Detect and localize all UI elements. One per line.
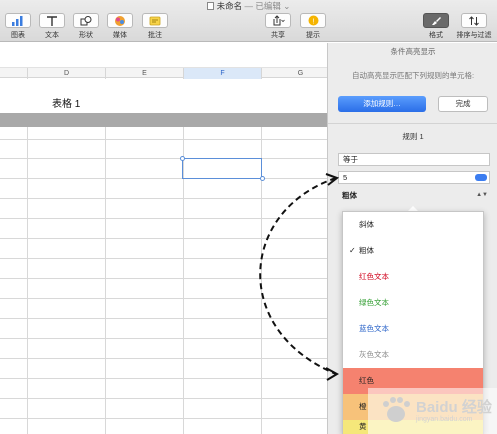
chart-button[interactable]: 图表	[3, 13, 33, 40]
toolbar: 未命名 — 已编辑 ⌄ 图表 文本 形状 媒体 批注 共享 ! 提示 格式 排序…	[0, 0, 497, 42]
grid-line	[0, 278, 327, 279]
spreadsheet-canvas[interactable]: D E F G 表格 1	[0, 43, 327, 434]
watermark-text: Baidu 经验	[416, 399, 492, 416]
grid-line	[0, 338, 327, 339]
grid-line	[0, 158, 327, 159]
tips-icon: !	[300, 13, 326, 28]
column-header-bar: D E F G	[0, 67, 327, 79]
dropdown-arrow-icon: ▲▼	[476, 192, 488, 198]
grid-line	[0, 418, 327, 419]
value-text: 5	[343, 173, 348, 182]
style-select-value: 粗体	[342, 191, 357, 200]
menu-item-blue-text[interactable]: 蓝色文本	[343, 316, 483, 342]
condition-field[interactable]: 等于	[338, 153, 490, 166]
share-label: 共享	[271, 32, 285, 39]
grid-line	[0, 318, 327, 319]
table-title[interactable]: 表格 1	[52, 95, 80, 110]
value-field[interactable]: 5	[338, 171, 490, 184]
document-icon	[206, 2, 214, 10]
shape-icon	[73, 13, 99, 28]
selection-handle[interactable]	[260, 176, 265, 181]
grid-line	[0, 178, 327, 179]
sort-filter-label: 排序与过滤	[456, 32, 492, 39]
table-header-row[interactable]	[0, 113, 327, 127]
grid-line	[0, 358, 327, 359]
menu-item-bold[interactable]: ✓ 粗体	[343, 238, 483, 264]
document-name: 未命名	[216, 1, 243, 11]
grid-line	[0, 198, 327, 199]
column-header-f[interactable]: F	[183, 68, 261, 79]
style-select[interactable]: 粗体 ▲▼	[338, 189, 490, 202]
grid-line	[0, 218, 327, 219]
grid-line	[0, 238, 327, 239]
column-header-g[interactable]: G	[261, 68, 327, 79]
chart-icon	[5, 13, 31, 28]
comment-button[interactable]: 批注	[140, 13, 170, 40]
menu-item-red-text[interactable]: 红色文本	[343, 264, 483, 290]
text-label: 文本	[45, 32, 59, 39]
grid-line	[0, 398, 327, 399]
format-button[interactable]: 格式	[421, 13, 451, 40]
checkmark-icon: ✓	[349, 246, 356, 255]
grid-line	[27, 127, 28, 434]
menu-item-gray-text[interactable]: 灰色文本	[343, 342, 483, 368]
media-button[interactable]: 媒体	[105, 13, 135, 40]
comment-label: 批注	[148, 32, 162, 39]
menu-item-italic[interactable]: 斜体	[343, 212, 483, 238]
cell-reference-icon[interactable]	[475, 174, 487, 181]
title-bar: 未命名 — 已编辑 ⌄	[0, 0, 497, 12]
media-icon	[107, 13, 133, 28]
grid-line	[0, 378, 327, 379]
svg-text:!: !	[312, 18, 314, 25]
grid-line	[0, 139, 327, 140]
done-button[interactable]: 完成	[438, 96, 488, 112]
comment-icon	[142, 13, 168, 28]
tips-label: 提示	[306, 32, 320, 39]
grid-line	[105, 127, 106, 434]
share-button[interactable]: 共享	[263, 13, 293, 40]
divider	[328, 123, 497, 124]
grid-line	[0, 298, 327, 299]
watermark-url: jingyan.baidu.com	[416, 416, 473, 423]
column-header-d[interactable]: D	[27, 68, 105, 79]
panel-title: 条件高亮显示	[390, 47, 436, 56]
text-button[interactable]: 文本	[37, 13, 67, 40]
rule-title: 规则 1	[402, 132, 424, 141]
sort-filter-button[interactable]: 排序与过滤	[456, 13, 492, 40]
media-label: 媒体	[113, 32, 127, 39]
edit-status[interactable]: — 已编辑 ⌄	[245, 1, 291, 11]
chart-label: 图表	[11, 32, 25, 39]
selected-cell[interactable]	[182, 158, 262, 179]
text-icon	[39, 13, 65, 28]
column-header-e[interactable]: E	[105, 68, 183, 79]
add-rule-button[interactable]: 添加规则…	[338, 96, 426, 112]
sort-icon	[461, 13, 487, 28]
shape-button[interactable]: 形状	[71, 13, 101, 40]
menu-item-green-text[interactable]: 绿色文本	[343, 290, 483, 316]
share-icon	[265, 13, 291, 28]
grid-line	[0, 258, 327, 259]
panel-description: 自动高亮显示匹配下列规则的单元格:	[351, 71, 475, 80]
watermark: Baidu 经验 jingyan.baidu.com	[368, 388, 497, 434]
selection-handle[interactable]	[180, 156, 185, 161]
format-brush-icon	[423, 13, 449, 28]
shape-label: 形状	[79, 32, 93, 39]
format-label: 格式	[429, 32, 443, 39]
tips-button[interactable]: ! 提示	[298, 13, 328, 40]
